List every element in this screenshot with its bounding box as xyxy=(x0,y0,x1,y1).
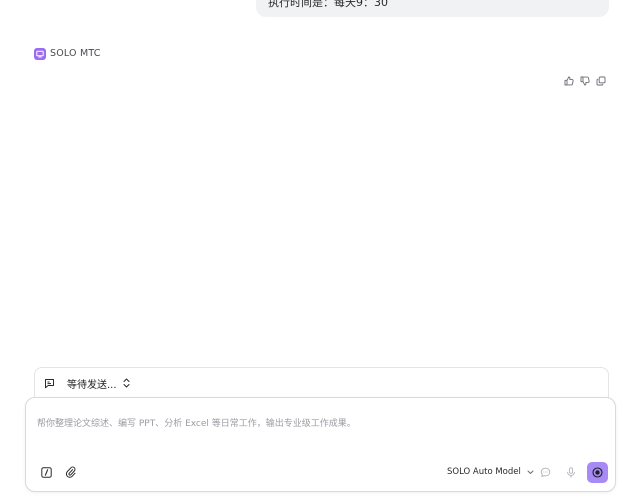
paperclip-icon xyxy=(65,466,75,478)
assistant-avatar xyxy=(34,47,46,60)
copy-button[interactable] xyxy=(595,75,607,87)
model-label: SOLO Auto Model xyxy=(447,467,521,477)
attach-button[interactable] xyxy=(62,464,78,480)
message-square-icon xyxy=(45,378,54,388)
assistant-header: SOLO MTC xyxy=(34,47,101,60)
user-message-text: 执行时间是：每天9：30 xyxy=(268,0,388,9)
copy-icon xyxy=(596,76,606,86)
slash-command-button[interactable] xyxy=(38,464,54,480)
chevron-down-icon xyxy=(527,470,534,474)
message-actions xyxy=(563,75,607,87)
model-selector[interactable]: SOLO Auto Model xyxy=(447,465,534,479)
thumbs-down-button[interactable] xyxy=(579,75,591,87)
message-input[interactable] xyxy=(37,409,597,439)
chat-page: 执行时间是：每天9：30 SOLO MTC 等待发送... 帮你整理论文综述、编… xyxy=(0,0,629,500)
user-message-bubble: 执行时间是：每天9：30 xyxy=(256,0,609,17)
assistant-name: SOLO MTC xyxy=(50,48,101,59)
stop-button[interactable] xyxy=(587,462,608,483)
microphone-icon xyxy=(567,466,575,478)
queue-toggle[interactable]: 等待发送... xyxy=(44,376,130,391)
queue-label: 等待发送... xyxy=(67,379,117,391)
stop-circle-icon xyxy=(592,467,603,478)
chevron-up-down-icon xyxy=(123,378,130,388)
thumbs-up-icon xyxy=(564,76,574,86)
chat-bubble-icon xyxy=(540,467,550,477)
thumbs-down-icon xyxy=(580,76,590,86)
monitor-icon xyxy=(36,50,44,57)
message-composer: SOLO Auto Model xyxy=(25,397,616,492)
slash-command-icon xyxy=(40,466,52,478)
thumbs-up-button[interactable] xyxy=(563,75,575,87)
chat-mode-button[interactable] xyxy=(537,464,553,480)
voice-input-button[interactable] xyxy=(563,464,579,480)
